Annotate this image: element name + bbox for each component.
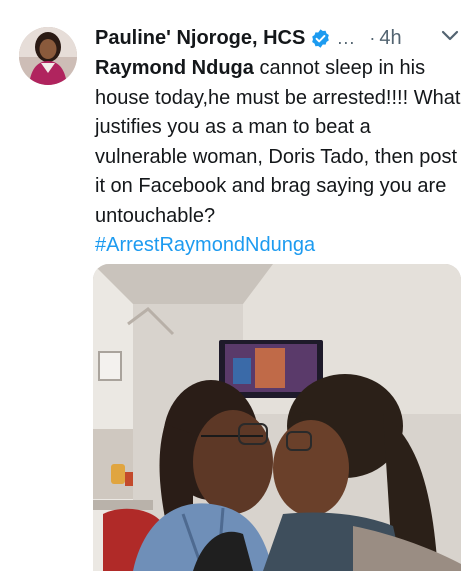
avatar[interactable] (19, 27, 77, 85)
mention-link[interactable]: Raymond Nduga (95, 57, 254, 79)
avatar-image (19, 27, 77, 85)
timestamp[interactable]: 4h (379, 27, 401, 50)
tweet-header: Pauline' Njoroge, HCS ... · 4h (95, 22, 465, 54)
tweet[interactable]: Pauline' Njoroge, HCS ... · 4h Raymond N… (0, 0, 476, 571)
verified-badge-icon (310, 28, 331, 49)
author-name[interactable]: Pauline' Njoroge, HCS (95, 27, 305, 50)
tweet-body: cannot sleep in his house today,he must … (95, 57, 461, 227)
chevron-down-icon[interactable] (440, 26, 460, 46)
tweet-media-image[interactable] (93, 264, 461, 571)
hashtag-link[interactable]: #ArrestRaymondNdunga (95, 234, 315, 256)
tweet-text: Raymond Nduga cannot sleep in his house … (95, 54, 465, 261)
name-truncation: ... (337, 27, 356, 48)
separator-dot: · (369, 27, 376, 48)
